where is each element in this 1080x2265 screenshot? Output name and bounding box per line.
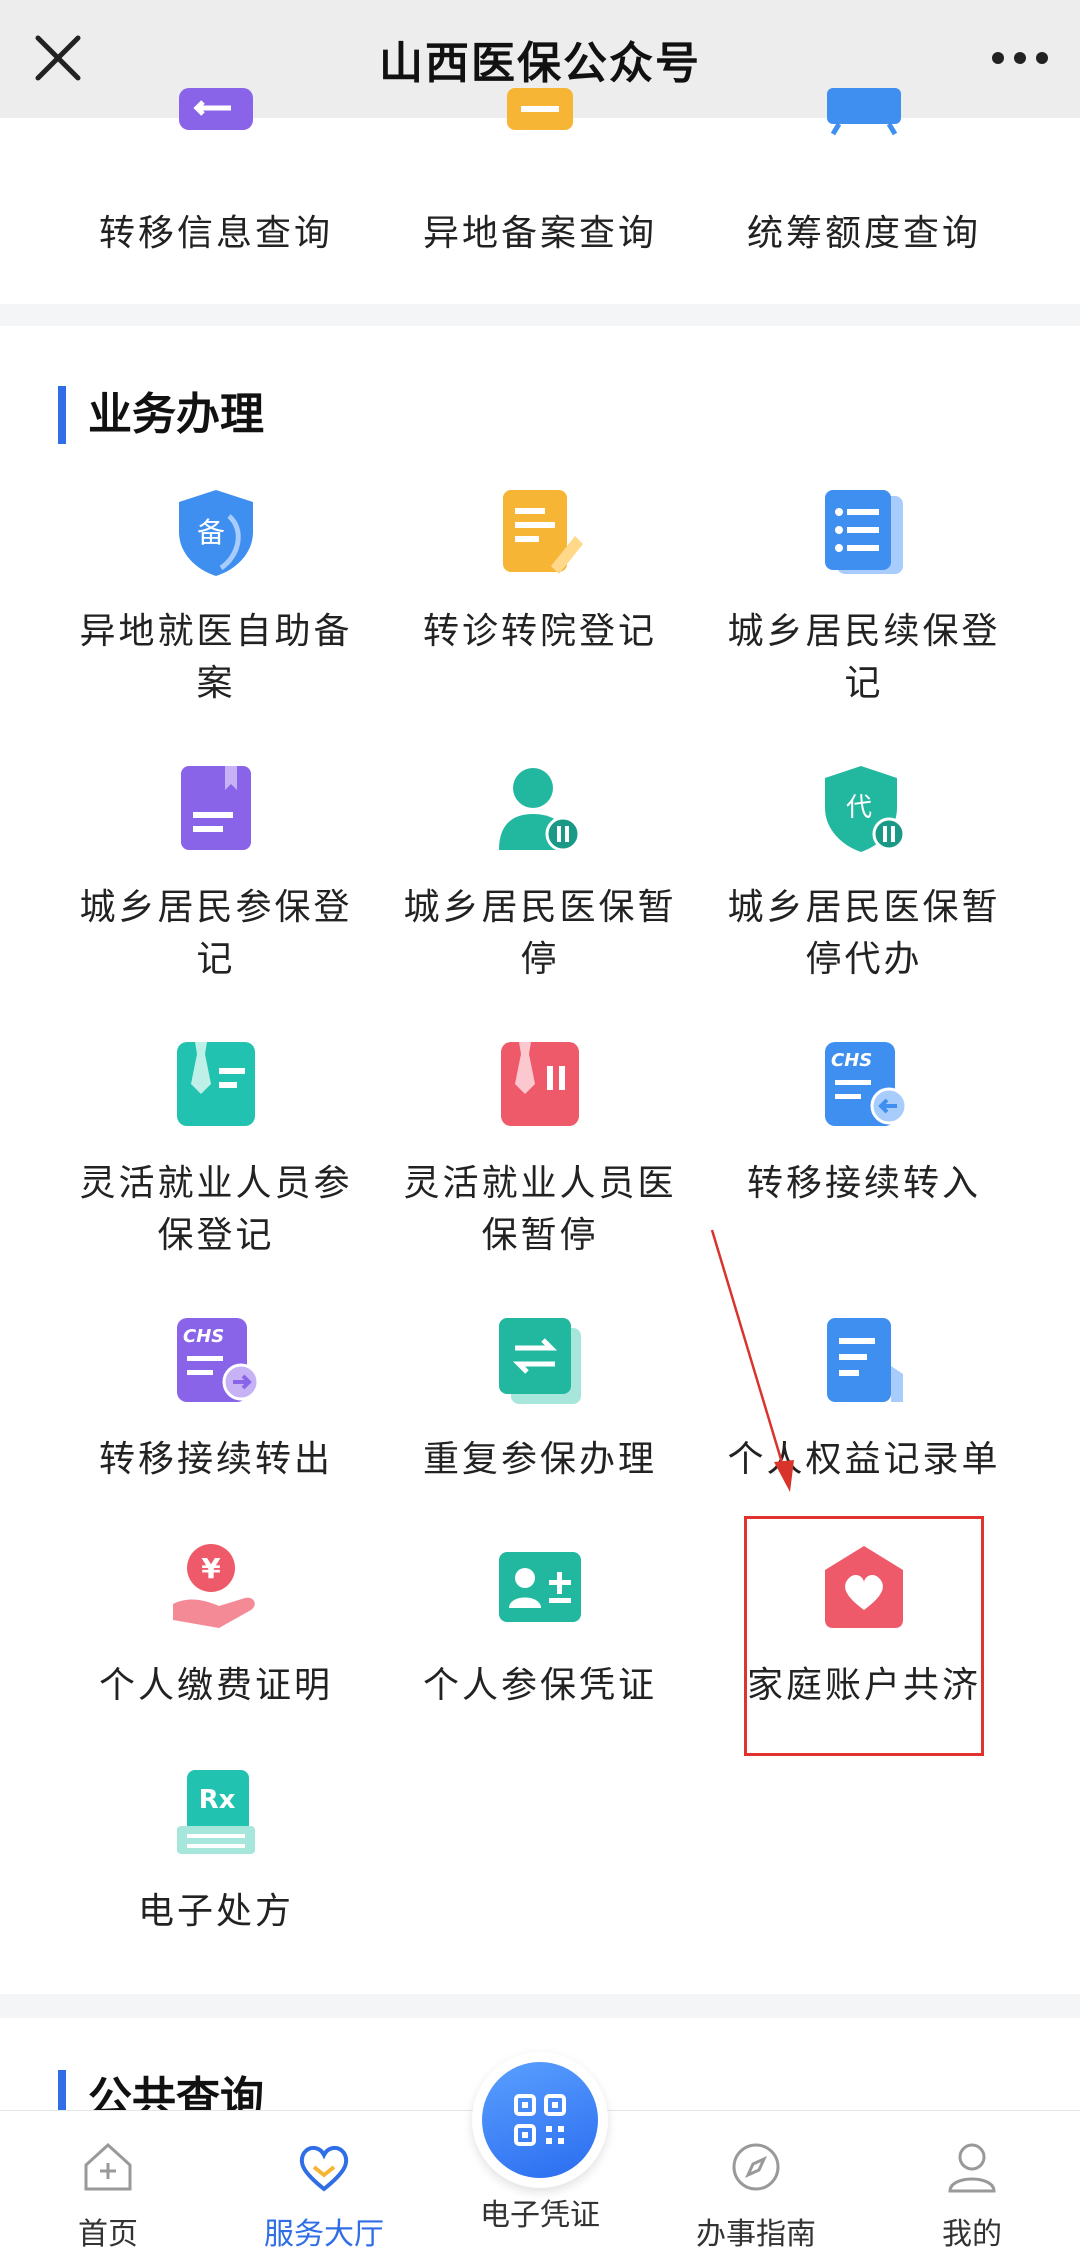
- tab-home[interactable]: 首页: [18, 2139, 198, 2253]
- grid-item-label: 灵活就业人员医保暂停: [403, 1163, 677, 1256]
- shield-bei-icon: 备: [179, 490, 253, 576]
- grid-item-flexible-enroll[interactable]: 灵活就业人员参保登记: [36, 1038, 396, 1262]
- tab-service-hall[interactable]: 服务大厅: [234, 2139, 414, 2253]
- rx-icon: Rx: [177, 1770, 255, 1854]
- grid-item-label: 重复参保办理: [422, 1439, 657, 1480]
- qr-code-icon: [514, 2094, 566, 2146]
- record-doc-icon: [827, 1318, 903, 1402]
- grid-item-renewal-register[interactable]: 城乡居民续保登记: [684, 486, 1044, 710]
- shield-dai-icon: 代: [825, 766, 906, 852]
- tab-e-voucher[interactable]: [472, 2052, 608, 2188]
- grid-item-payment-proof[interactable]: ¥ 个人缴费证明: [36, 1540, 396, 1712]
- query-card-partial: 转移信息查询 异地备案查询 统筹额度查询: [0, 88, 1080, 304]
- home-icon: [84, 2142, 132, 2191]
- tab-label: 办事指南: [696, 2217, 816, 2252]
- edit-doc-icon: [503, 490, 583, 574]
- svg-text:Rx: Rx: [199, 1785, 236, 1815]
- user-icon: [948, 2143, 996, 2193]
- tab-label: 首页: [78, 2217, 138, 2252]
- grid-item-enroll-register[interactable]: 城乡居民参保登记: [36, 762, 396, 986]
- grid-item-remote-self-record[interactable]: 备 异地就医自助备案: [36, 486, 396, 710]
- id-card-icon: [499, 1552, 581, 1622]
- grid-item-quota-query[interactable]: 统筹额度查询: [684, 88, 1044, 260]
- book-icon: [181, 766, 251, 850]
- grid-item-insurance-pause[interactable]: 城乡居民医保暂停: [360, 762, 720, 986]
- svg-text:¥: ¥: [201, 1552, 221, 1585]
- remote-record-icon: [507, 88, 573, 130]
- grid-item-transfer-info[interactable]: 转移信息查询: [36, 88, 396, 260]
- svg-text:代: 代: [846, 793, 872, 823]
- list-doc-icon: [825, 490, 903, 574]
- grid-item-label: 电子处方: [137, 1891, 294, 1932]
- yen-hand-icon: ¥: [173, 1544, 255, 1628]
- tab-label: 服务大厅: [264, 2217, 384, 2252]
- chs-out-icon: CHS: [177, 1318, 260, 1402]
- grid-item-insurance-pause-agent[interactable]: 代 城乡居民医保暂停代办: [684, 762, 1044, 986]
- close-icon[interactable]: [28, 28, 88, 88]
- grid-item-enroll-certificate[interactable]: 个人参保凭证: [360, 1540, 720, 1712]
- grid-item-label: 异地就医自助备案: [79, 611, 353, 704]
- chs-in-icon: CHS: [825, 1042, 908, 1126]
- grid-item-label: 城乡居民医保暂停代办: [727, 887, 1001, 980]
- annotation-arrow-icon: [710, 1229, 794, 1492]
- grid-item-label: 异地备案查询: [422, 213, 657, 254]
- grid-item-label: 转移接续转入: [746, 1163, 981, 1204]
- grid-item-label: 城乡居民续保登记: [727, 611, 1001, 704]
- section-title: 业务办理: [58, 378, 264, 444]
- grid-item-remote-record[interactable]: 异地备案查询: [360, 88, 720, 260]
- quota-query-icon: [827, 88, 901, 136]
- grid-item-label: 城乡居民参保登记: [79, 887, 353, 980]
- highlight-annotation-box: [744, 1516, 984, 1756]
- grid-item-label: 转诊转院登记: [422, 611, 657, 652]
- grid-item-e-prescription[interactable]: Rx 电子处方: [36, 1766, 396, 1938]
- grid-item-repeat-enroll[interactable]: 重复参保办理: [360, 1314, 720, 1486]
- tab-guide[interactable]: 办事指南: [666, 2139, 846, 2253]
- grid-item-label: 转移接续转出: [98, 1439, 333, 1480]
- grid-item-label: 个人缴费证明: [98, 1665, 333, 1706]
- person-pause-icon: [499, 768, 581, 852]
- tab-label: 我的: [942, 2217, 1002, 2252]
- section-title-text: 业务办理: [88, 389, 264, 440]
- svg-text:CHS: CHS: [183, 1326, 224, 1347]
- qr-button-circle: [482, 2062, 598, 2178]
- section-title-bar: [58, 386, 66, 444]
- grid-item-label: 转移信息查询: [98, 213, 333, 254]
- transfer-info-icon: [179, 88, 253, 130]
- page-title: 山西医保公众号: [379, 38, 701, 89]
- tab-label: 电子凭证: [480, 2198, 600, 2233]
- grid-item-flexible-pause[interactable]: 灵活就业人员医保暂停: [360, 1038, 720, 1262]
- compass-icon: [732, 2143, 780, 2191]
- more-options-icon[interactable]: [990, 44, 1050, 72]
- tie-pause-icon: [501, 1042, 579, 1126]
- svg-text:CHS: CHS: [831, 1050, 872, 1071]
- grid-item-label: 个人参保凭证: [422, 1665, 657, 1706]
- tab-mine[interactable]: 我的: [882, 2139, 1062, 2253]
- grid-item-label: 统筹额度查询: [746, 213, 981, 254]
- grid-item-transfer-in[interactable]: CHS 转移接续转入: [684, 1038, 1044, 1210]
- grid-item-label: 城乡居民医保暂停: [403, 887, 677, 980]
- heart-icon: [299, 2146, 349, 2192]
- grid-item-label: 灵活就业人员参保登记: [79, 1163, 353, 1256]
- grid-item-referral-register[interactable]: 转诊转院登记: [360, 486, 720, 658]
- grid-item-transfer-out[interactable]: CHS 转移接续转出: [36, 1314, 396, 1486]
- repeat-icon: [499, 1318, 581, 1404]
- svg-text:备: 备: [197, 516, 225, 549]
- tie-doc-icon: [177, 1042, 255, 1126]
